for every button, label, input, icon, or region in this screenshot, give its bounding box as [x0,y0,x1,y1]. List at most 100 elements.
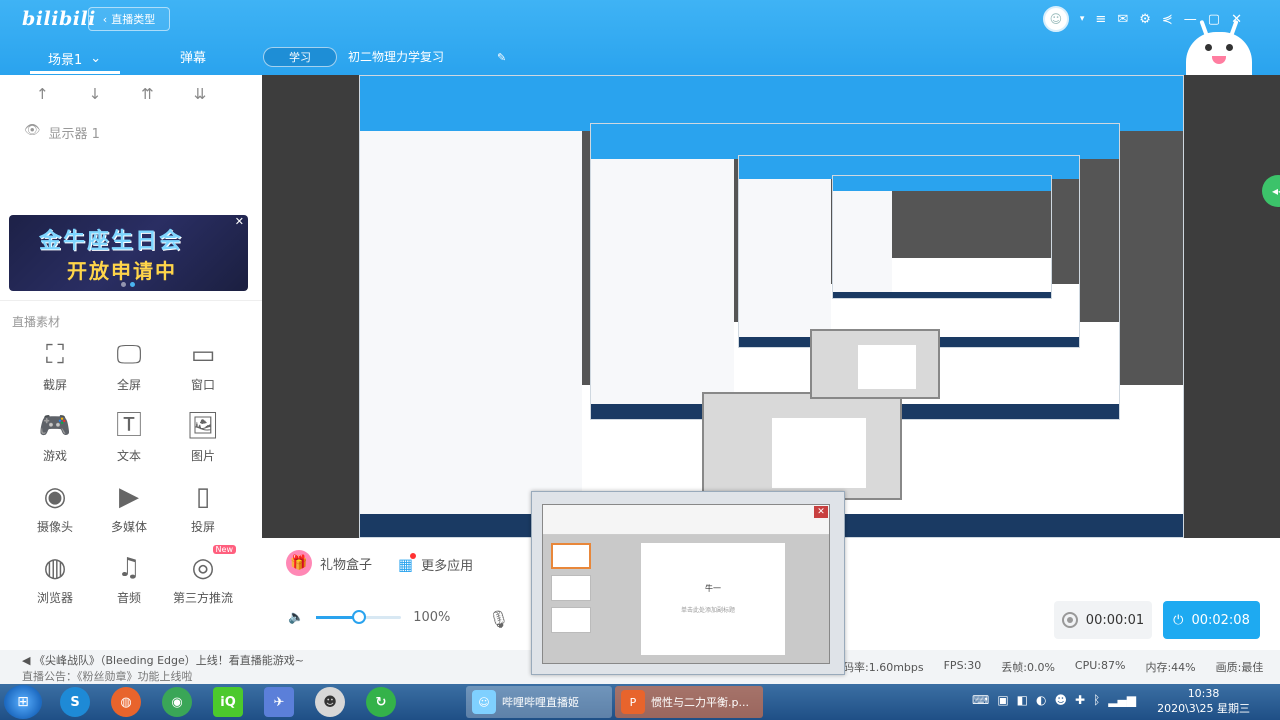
material-planet[interactable]: ◍ 浏览器 [18,553,92,606]
keyboard-icon[interactable]: ⌨ [972,693,989,707]
image-icon: 🖼 [186,411,220,441]
iqiyi-icon[interactable]: iQ [213,687,243,717]
chrome-icon[interactable]: ◉ [162,687,192,717]
material-phone[interactable]: ▯ 投屏 [166,482,240,535]
material-text[interactable]: 🅃 文本 [92,411,166,464]
tab-scene[interactable]: 场景1 ⌄ [30,42,120,74]
material-label: 投屏 [190,520,215,534]
more-apps-button[interactable]: ▦ 更多应用 [398,553,474,574]
volume-slider-knob[interactable] [351,610,366,624]
material-window[interactable]: ▭ 窗口 [166,340,240,393]
monitor-icon: 🖵 [116,340,142,370]
material-label: 窗口 [190,378,215,392]
floating-assistant-icon[interactable]: ◂◂ [1262,175,1280,207]
panda-app-icon[interactable]: ☻ [315,687,345,717]
tray-app-icon[interactable]: ◐ [1036,693,1046,707]
feishu-icon[interactable]: ✈ [264,687,294,717]
windows-start-icon[interactable]: ⊞ [4,685,42,719]
phone-icon: ▯ [195,482,211,512]
gift-box-button[interactable]: 🎁 礼物盒子 [286,550,372,576]
gift-icon: 🎁 [286,550,312,576]
move-bottom-icon[interactable]: ⇊ [194,85,207,103]
material-crop[interactable]: ⛶ 截屏 [18,340,92,393]
taskbar-thumbnail-preview[interactable]: 牛一 单击此处添加副标题 ✕ [531,491,845,675]
volume-slider[interactable] [316,610,402,624]
material-monitor[interactable]: 🖵 全屏 [92,340,166,393]
tab-danmu[interactable]: 弹幕 [180,47,206,66]
gift-label: 礼物盒子 [320,557,373,573]
apps-grid-icon: ▦ [398,553,417,574]
material-music[interactable]: ♫ 音频 [92,553,166,606]
layer-order-toolbar: ↑ ↓ ⇈ ⇊ [36,85,206,103]
share-icon[interactable]: ⋞ [1162,12,1173,27]
record-time: 00:00:01 [1085,612,1145,628]
maximize-icon[interactable]: ▢ [1208,12,1220,27]
bluetooth-icon[interactable]: ᛒ [1093,693,1100,707]
signal-icon[interactable]: ▂▄▆ [1108,693,1136,707]
preview-ppt-window [702,392,902,500]
firefox-icon[interactable]: ◍ [111,687,141,717]
pinned-apps: S ◍ ◉ iQ ✈ ☻ ↻ [60,687,396,717]
chevron-left-icon: ‹ [102,12,108,26]
microphone-icon[interactable]: 🎙 [488,610,510,630]
banner-close-icon[interactable]: ✕ [235,215,244,228]
media-icon: ▶ [119,482,139,512]
cpu-stat: CPU:87% [1074,659,1126,672]
mail-icon[interactable]: ✉ [1117,12,1128,27]
ppt-thumbnail: 牛一 单击此处添加副标题 [542,504,830,664]
mascot-icon [1186,19,1252,75]
refresh-app-icon[interactable]: ↻ [366,687,396,717]
fps-stat: FPS:30 [943,659,982,672]
material-camera[interactable]: ◉ 摄像头 [18,482,92,535]
more-apps-label: 更多应用 [421,559,474,574]
ppt-icon: P [621,690,645,714]
promo-banner[interactable]: 金牛座生日会 开放申请中 ✕ [9,215,248,291]
caret-down-icon[interactable]: ▾ [1080,14,1085,24]
taskbar-window-bililive[interactable]: ☺ 哔哩哔哩直播姬 [466,686,612,718]
text-icon: 🅃 [115,411,142,441]
record-button[interactable]: 00:00:01 [1054,601,1152,639]
menu-icon[interactable]: ≡ [1095,12,1106,27]
move-up-icon[interactable]: ↑ [36,85,49,103]
record-icon [1061,612,1078,628]
system-clock[interactable]: 10:38 2020\3\25 星期三 [1157,686,1250,716]
material-third-party-stream[interactable]: ◎ 第三方推流 New [166,545,240,606]
source-panel: ↑ ↓ ⇈ ⇊ 👁 显示器 1 金牛座生日会 开放申请中 ✕ 直播素材 ⛶ 截屏 🖵… [0,75,262,650]
quality-stat: 画质:最佳 [1215,661,1264,674]
eye-icon[interactable]: 👁 [24,123,41,142]
material-label: 全屏 [116,378,141,392]
taskbar-window-ppt[interactable]: P 惯性与二力平衡.p... [615,686,763,718]
tray-app-icon[interactable]: ☻ [1055,693,1068,707]
third-party-stream-icon: ◎ [191,553,215,583]
preview-ppt-window-small [810,329,940,399]
speaker-icon[interactable]: 🔈 [288,610,304,625]
windows-taskbar: ⊞ S ◍ ◉ iQ ✈ ☻ ↻ ☺ 哔哩哔哩直播姬 P 惯性与二力平衡.p..… [0,684,1280,720]
minimize-icon[interactable]: — [1184,12,1197,27]
sogou-icon[interactable]: S [60,687,90,717]
avatar[interactable]: ☺ [1042,6,1069,32]
tray-app-icon[interactable]: ▣ [997,693,1008,707]
material-gamepad[interactable]: 🎮 游戏 [18,411,92,464]
tray-app-icon[interactable]: ◧ [1017,693,1028,707]
material-media[interactable]: ▶ 多媒体 [92,482,166,535]
security-icon[interactable]: ✚ [1075,693,1085,707]
move-down-icon[interactable]: ↓ [89,85,102,103]
thumbnail-close-icon[interactable]: ✕ [814,506,828,518]
gamepad-icon: 🎮 [38,411,72,441]
live-type-button[interactable]: ‹ 直播类型 [88,7,170,31]
edit-icon[interactable]: ✎ [497,51,506,64]
stop-live-button[interactable]: ⏻ 00:02:08 [1163,601,1260,639]
bitrate-stat: 码率:1.60mbps [843,661,924,674]
slide-title: 牛一 [705,584,721,593]
move-top-icon[interactable]: ⇈ [141,85,154,103]
material-label: 摄像头 [36,520,73,534]
announcement-1[interactable]: ◀ 《尖峰战队》（Bleeding Edge）上线！看直播能游戏~ [22,652,304,668]
material-image[interactable]: 🖼 图片 [166,411,240,464]
announcement-2[interactable]: 直播公告：《粉丝勋章》功能上线啦 [22,668,193,684]
live-time: 00:02:08 [1191,612,1250,628]
volume-percent: 100% [413,610,451,625]
gear-icon[interactable]: ⚙ [1139,12,1151,27]
source-item-display[interactable]: 👁 显示器 1 [24,123,100,142]
banner-line1: 金牛座生日会 [39,229,184,254]
category-pill[interactable]: 学习 [263,47,337,67]
